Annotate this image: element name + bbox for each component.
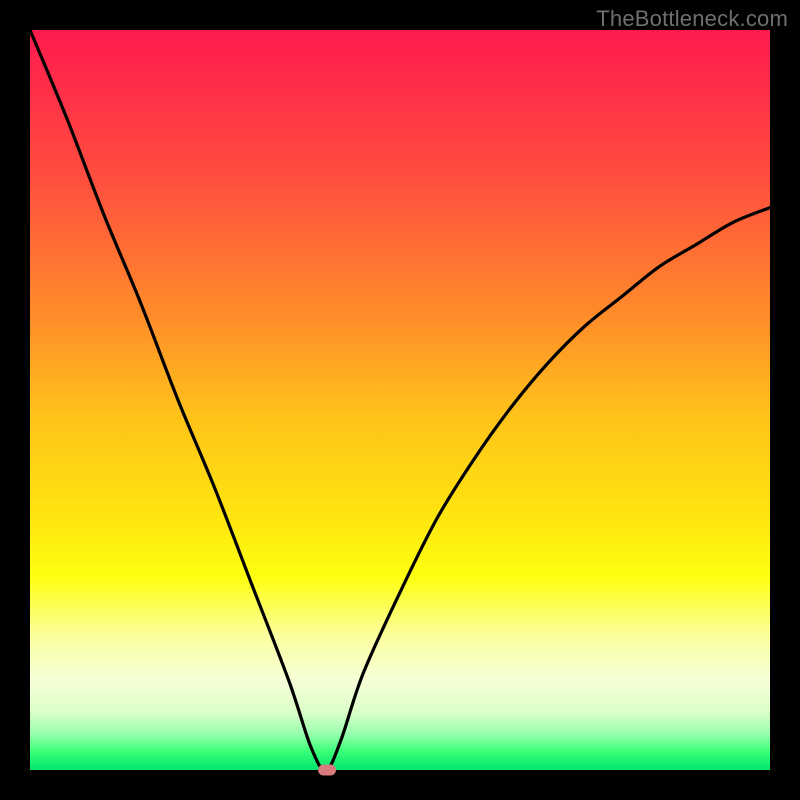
optimal-point-dot — [318, 765, 336, 776]
chart-frame: TheBottleneck.com — [0, 0, 800, 800]
watermark-text: TheBottleneck.com — [596, 6, 788, 32]
plot-area — [30, 30, 770, 770]
bottleneck-curve — [30, 30, 770, 770]
